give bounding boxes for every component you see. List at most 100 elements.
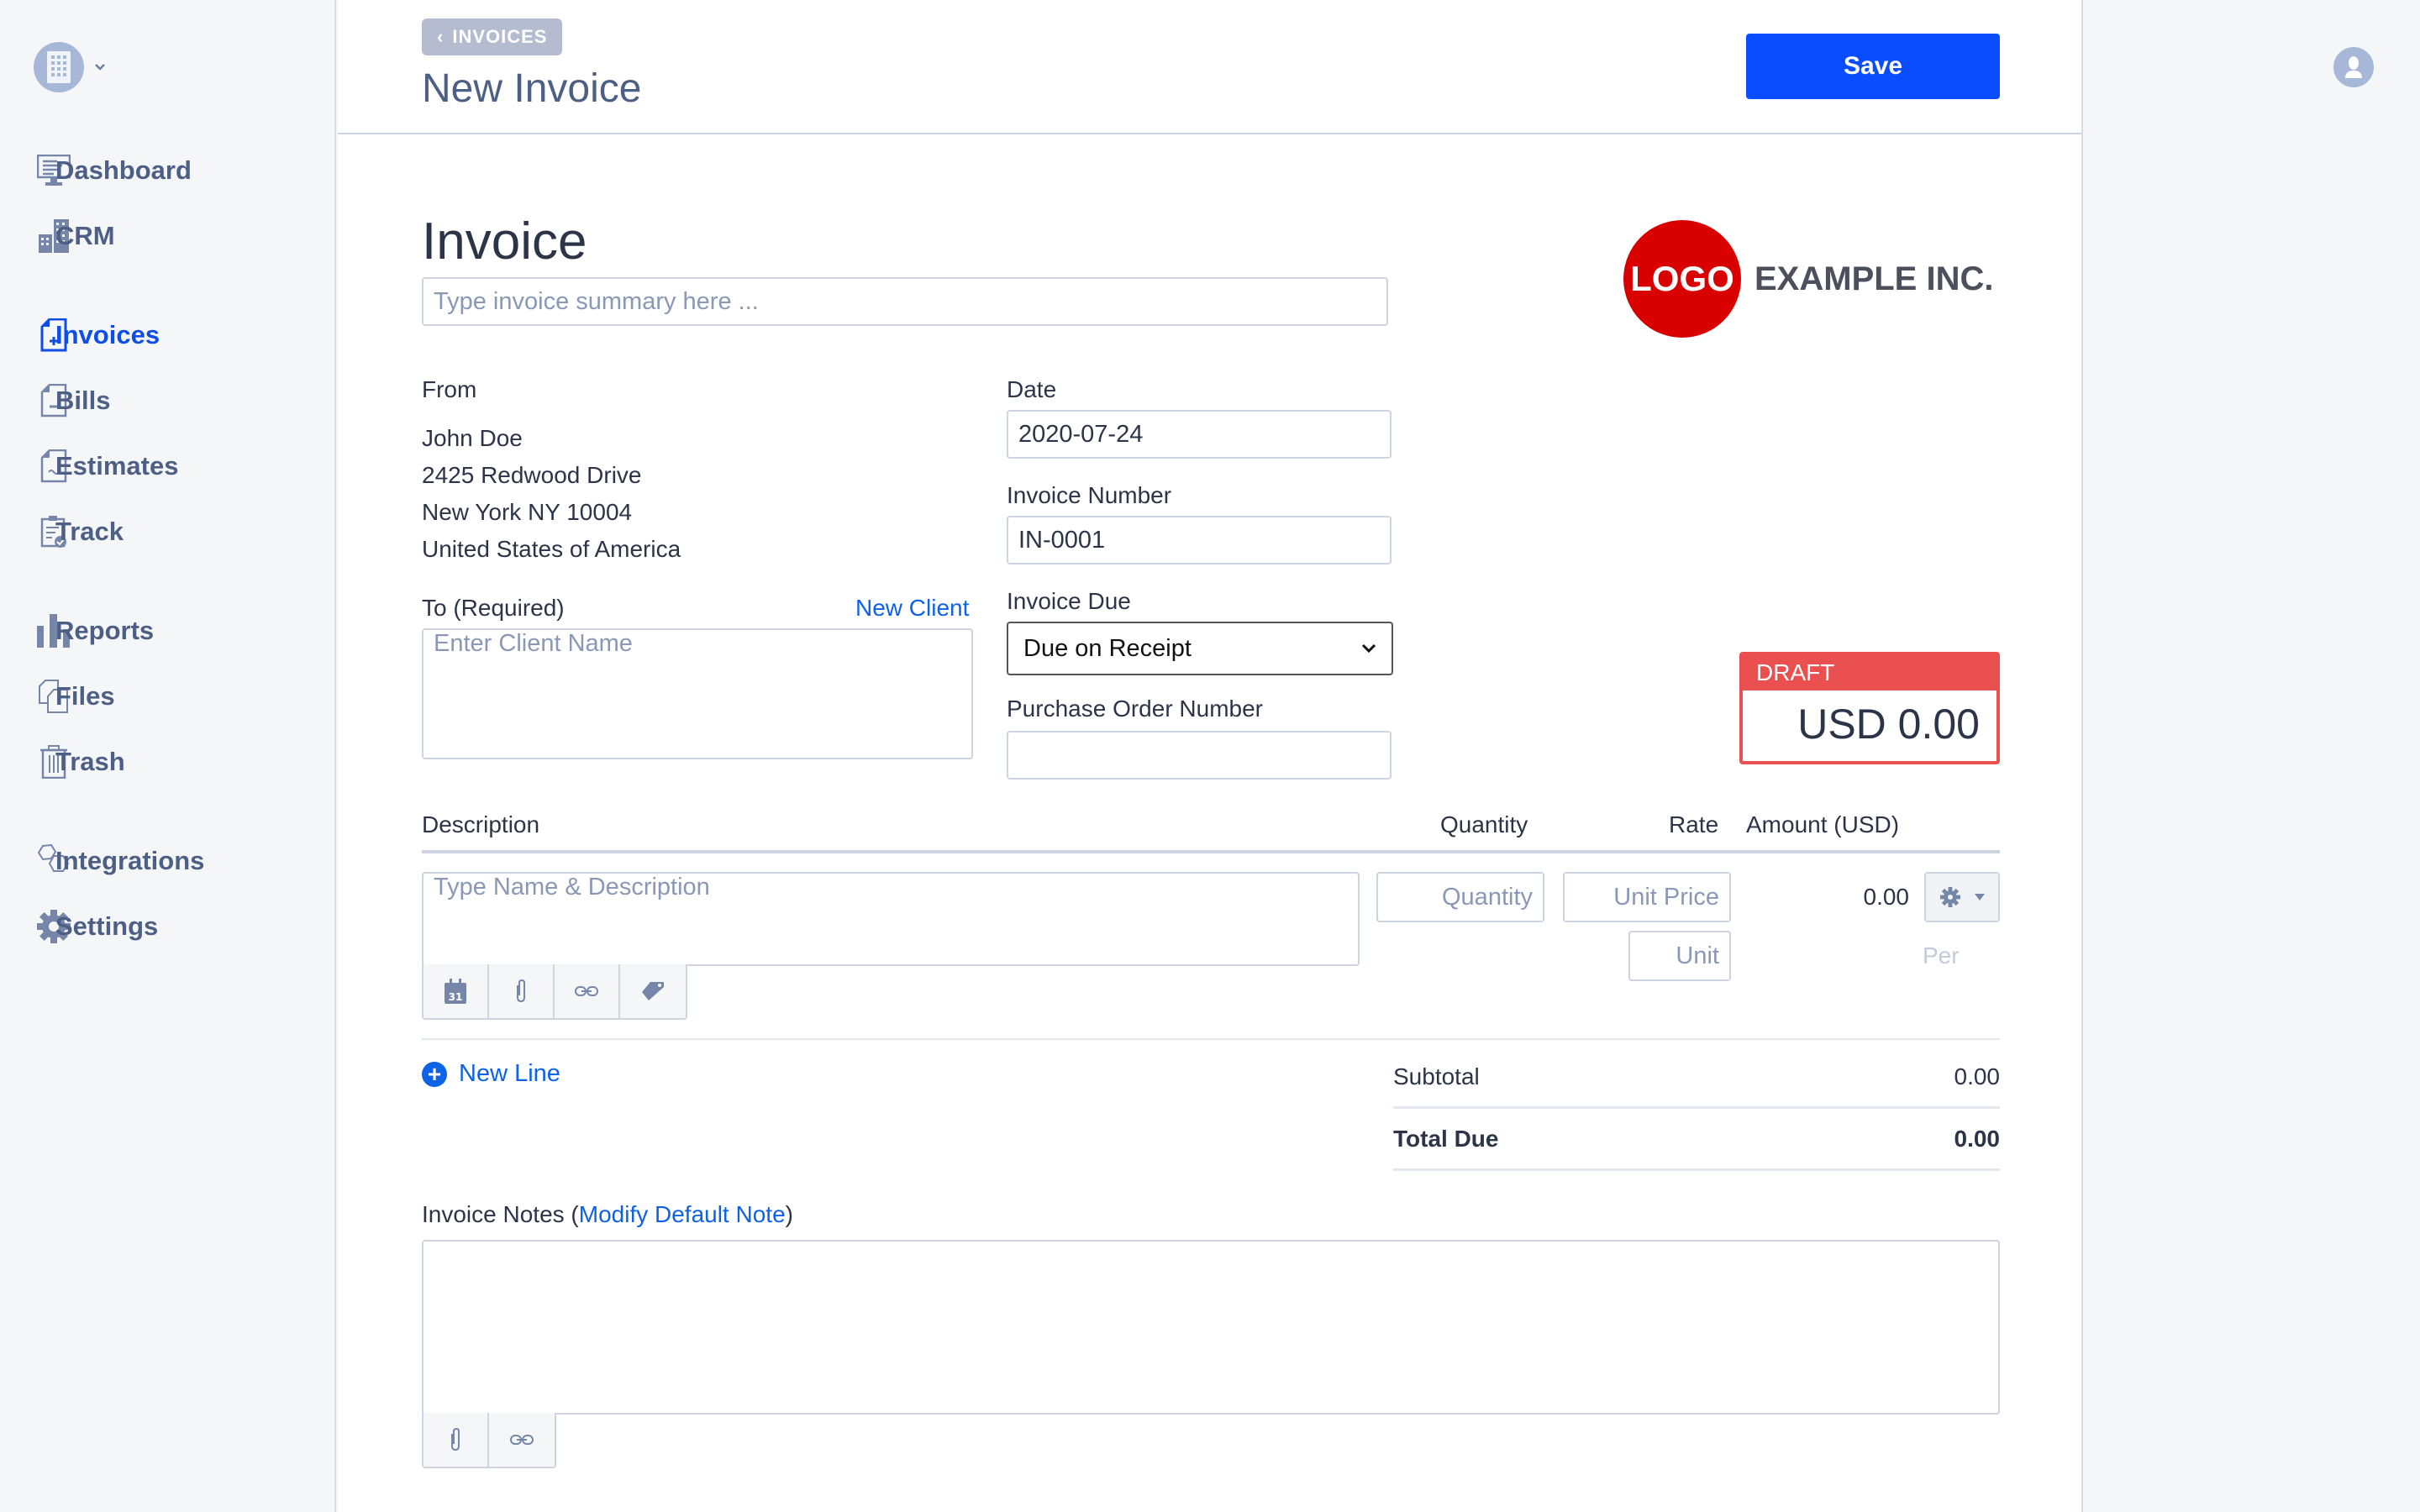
invoice-notes-label: Invoice Notes (Modify Default Note) bbox=[422, 1201, 793, 1228]
sidebar-item-label: CRM bbox=[55, 221, 115, 250]
from-street: 2425 Redwood Drive bbox=[422, 462, 642, 488]
new-client-link[interactable]: New Client bbox=[855, 595, 969, 622]
line-description-input[interactable] bbox=[422, 872, 1360, 966]
line-options-button[interactable] bbox=[1924, 872, 2000, 922]
sidebar-item-invoices[interactable]: Invoices bbox=[37, 314, 160, 356]
user-icon bbox=[2345, 56, 2362, 78]
from-city: New York NY 10004 bbox=[422, 499, 633, 525]
sidebar-item-label: Dashboard bbox=[55, 155, 192, 185]
col-quantity: Quantity bbox=[1440, 811, 1528, 837]
line-toolbar: 31 bbox=[422, 964, 687, 1020]
status-label: DRAFT bbox=[1743, 655, 1996, 690]
invoice-number-label: Invoice Number bbox=[1007, 482, 1172, 508]
gear-icon bbox=[1939, 887, 1960, 907]
tag-icon bbox=[642, 982, 664, 1000]
plus-circle-icon: + bbox=[422, 1061, 447, 1087]
notes-toolbar bbox=[422, 1413, 556, 1468]
sidebar: Dashboard CRM Invoices Bills Estimates T… bbox=[0, 0, 336, 1512]
paperclip-icon bbox=[451, 1427, 460, 1452]
date-button[interactable]: 31 bbox=[424, 964, 489, 1018]
right-panel bbox=[2083, 0, 2420, 1512]
sidebar-item-label: Files bbox=[55, 681, 115, 711]
per-label: Per bbox=[1923, 942, 1960, 969]
company-logo: LOGO EXAMPLE INC. bbox=[1623, 220, 1993, 338]
from-country: United States of America bbox=[422, 536, 681, 562]
notes-paren-close: ) bbox=[785, 1201, 793, 1227]
from-address: John Doe 2425 Redwood Drive New York NY … bbox=[422, 420, 681, 568]
sidebar-item-reports[interactable]: Reports bbox=[37, 610, 154, 652]
notes-link-button[interactable] bbox=[489, 1413, 555, 1467]
notes-attach-button[interactable] bbox=[424, 1413, 489, 1467]
invoice-summary-input[interactable] bbox=[422, 277, 1388, 326]
sidebar-item-trash[interactable]: Trash bbox=[37, 741, 125, 783]
sidebar-item-bills[interactable]: Bills bbox=[37, 380, 110, 422]
sidebar-item-files[interactable]: Files bbox=[37, 675, 115, 717]
po-number-input[interactable] bbox=[1007, 731, 1392, 780]
total-due-label: Total Due bbox=[1393, 1125, 1499, 1152]
subtotal-value: 0.00 bbox=[1954, 1063, 2001, 1089]
invoice-heading: Invoice bbox=[422, 213, 587, 270]
chevron-left-icon: ‹ bbox=[437, 26, 445, 47]
sidebar-item-label: Settings bbox=[55, 911, 159, 941]
unit-price-input[interactable] bbox=[1563, 872, 1731, 922]
sidebar-item-label: Invoices bbox=[55, 320, 160, 349]
sidebar-item-label: Integrations bbox=[55, 846, 205, 875]
page-title: New Invoice bbox=[422, 66, 642, 111]
invoice-notes-input[interactable] bbox=[422, 1240, 2000, 1415]
org-switcher[interactable] bbox=[34, 42, 106, 92]
sidebar-item-settings[interactable]: Settings bbox=[37, 906, 158, 948]
link-icon bbox=[510, 1435, 534, 1445]
sidebar-item-label: Reports bbox=[55, 616, 155, 645]
paperclip-icon bbox=[517, 979, 525, 1003]
tag-button[interactable] bbox=[620, 964, 686, 1018]
sidebar-item-crm[interactable]: CRM bbox=[37, 215, 115, 257]
link-icon bbox=[575, 986, 598, 996]
date-input[interactable] bbox=[1007, 410, 1392, 459]
line-amount: 0.00 bbox=[1863, 884, 1910, 910]
chevron-down-icon bbox=[95, 64, 105, 71]
link-button[interactable] bbox=[555, 964, 620, 1018]
status-badge: DRAFT USD 0.00 bbox=[1739, 652, 2000, 764]
sidebar-item-label: Estimates bbox=[55, 451, 179, 480]
calendar-icon: 31 bbox=[445, 979, 466, 1004]
svg-text:31: 31 bbox=[449, 991, 463, 1003]
col-amount: Amount (USD) bbox=[1746, 811, 1900, 837]
modify-default-note-link[interactable]: Modify Default Note bbox=[579, 1201, 786, 1227]
sidebar-item-track[interactable]: Track bbox=[37, 511, 124, 553]
total-due-row: Total Due 0.00 bbox=[1393, 1109, 2000, 1171]
user-avatar[interactable] bbox=[2333, 47, 2374, 87]
sidebar-item-dashboard[interactable]: Dashboard bbox=[37, 150, 192, 192]
from-name: John Doe bbox=[422, 425, 523, 451]
client-name-input[interactable] bbox=[422, 628, 973, 759]
po-number-label: Purchase Order Number bbox=[1007, 696, 1264, 722]
sidebar-item-label: Bills bbox=[55, 386, 111, 415]
save-button[interactable]: Save bbox=[1746, 34, 2000, 99]
notes-paren-open: ( bbox=[571, 1201, 579, 1227]
line-divider bbox=[422, 1038, 2000, 1040]
col-rate: Rate bbox=[1669, 811, 1719, 837]
page-header: ‹ INVOICES New Invoice Save bbox=[338, 0, 2081, 134]
new-line-label: New Line bbox=[459, 1060, 560, 1087]
chevron-down-icon bbox=[1361, 643, 1376, 654]
attach-button[interactable] bbox=[489, 964, 555, 1018]
subtotal-label: Subtotal bbox=[1393, 1063, 1480, 1089]
status-amount: USD 0.00 bbox=[1797, 701, 1980, 748]
back-to-invoices-button[interactable]: ‹ INVOICES bbox=[422, 18, 563, 55]
logo-badge: LOGO bbox=[1623, 220, 1741, 338]
notes-label-text: Invoice Notes bbox=[422, 1201, 565, 1227]
col-description: Description bbox=[422, 811, 540, 837]
subtotal-row: Subtotal 0.00 bbox=[1393, 1047, 2000, 1109]
invoice-number-input[interactable] bbox=[1007, 516, 1392, 564]
to-label: To (Required) bbox=[422, 595, 565, 621]
date-label: Date bbox=[1007, 376, 1057, 402]
unit-input[interactable] bbox=[1628, 931, 1731, 981]
new-line-button[interactable]: + New Line bbox=[422, 1060, 560, 1088]
sidebar-item-estimates[interactable]: Estimates bbox=[37, 445, 178, 487]
from-label: From bbox=[422, 376, 477, 402]
sidebar-item-integrations[interactable]: Integrations bbox=[37, 840, 204, 882]
invoice-due-label: Invoice Due bbox=[1007, 588, 1131, 614]
invoice-due-select[interactable]: Due on Receipt bbox=[1007, 622, 1393, 675]
back-label: INVOICES bbox=[452, 26, 548, 47]
main-content: ‹ INVOICES New Invoice Save Invoice LOGO… bbox=[338, 0, 2083, 1512]
quantity-input[interactable] bbox=[1376, 872, 1544, 922]
